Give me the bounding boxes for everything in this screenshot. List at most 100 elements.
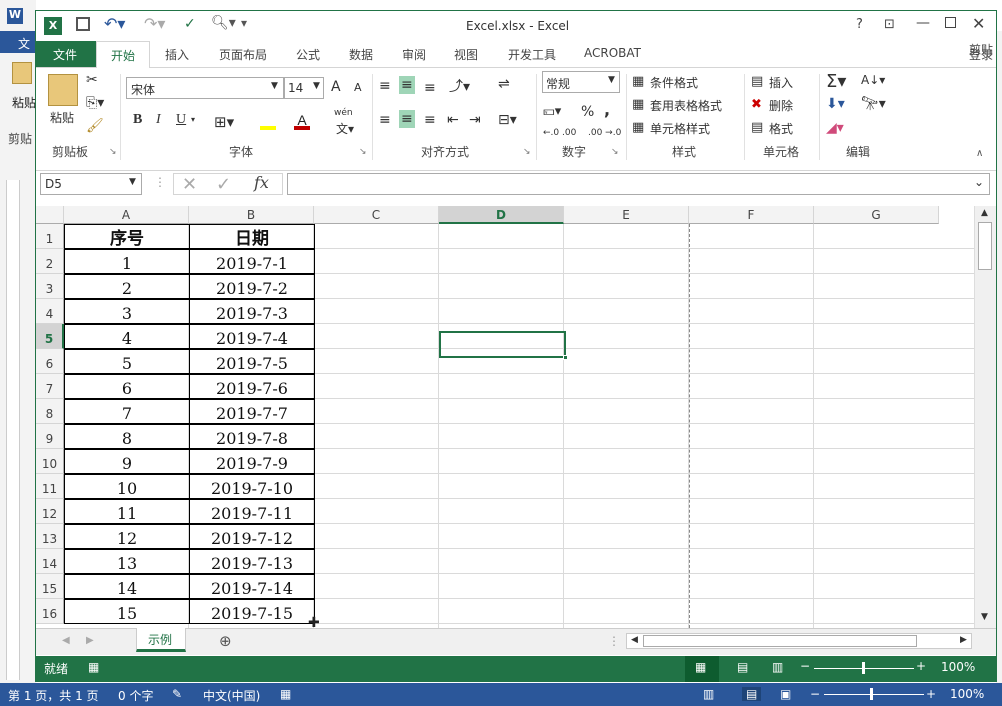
table-cell[interactable]: 9	[64, 449, 190, 474]
sheet-tab-example[interactable]: 示例	[136, 628, 186, 652]
table-cell[interactable]: 1	[64, 249, 190, 274]
alignment-launcher-icon[interactable]: ↘	[523, 147, 531, 157]
row-header-6[interactable]: 6	[36, 349, 64, 374]
percent-button[interactable]: %	[581, 104, 594, 120]
format-painter-icon[interactable]: 🖌︎	[86, 118, 104, 134]
table-cell[interactable]: 2019-7-8	[189, 424, 315, 449]
row-header-4[interactable]: 4	[36, 299, 64, 324]
column-header-f[interactable]: F	[689, 206, 814, 224]
save-icon[interactable]	[76, 17, 90, 31]
row-header-7[interactable]: 7	[36, 374, 64, 399]
tab-home[interactable]: 开始	[96, 41, 150, 68]
zoom-level[interactable]: 100%	[941, 660, 975, 674]
row-header-15[interactable]: 15	[36, 574, 64, 599]
word-print-layout-icon[interactable]: ▤	[742, 687, 762, 701]
table-cell[interactable]: 2	[64, 274, 190, 299]
spell-check-icon[interactable]: ✓	[184, 16, 196, 32]
tab-acrobat[interactable]: ACROBAT	[584, 46, 641, 60]
vertical-scrollbar[interactable]: ▲ ▼	[974, 206, 996, 628]
column-header-e[interactable]: E	[564, 206, 689, 224]
find-select-icon[interactable]: 🔭︎▾	[861, 96, 886, 112]
close-icon[interactable]: ✕	[972, 14, 985, 33]
table-header-cell[interactable]: 日期	[189, 224, 315, 249]
table-cell[interactable]: 2019-7-10	[189, 474, 315, 499]
ribbon-display-icon[interactable]: ⊡	[884, 17, 895, 32]
clipboard-launcher-icon[interactable]: ↘	[109, 147, 117, 157]
formula-input[interactable]: ⌄	[287, 173, 990, 195]
borders-icon[interactable]: ⊞▾	[214, 113, 234, 131]
autosum-icon[interactable]: Σ▾	[826, 71, 846, 92]
scroll-down-icon[interactable]: ▼	[981, 612, 988, 622]
align-left-icon[interactable]: ≡	[379, 112, 391, 128]
clear-icon[interactable]: ◢▾	[826, 120, 844, 136]
table-cell[interactable]: 2019-7-11	[189, 499, 315, 524]
table-cell[interactable]: 2019-7-15	[189, 599, 315, 624]
zoom-out-icon[interactable]: −	[800, 659, 810, 673]
fill-color-icon[interactable]	[260, 114, 276, 130]
page-layout-view-icon[interactable]: ▤	[737, 660, 748, 674]
zoom-thumb[interactable]	[862, 662, 865, 674]
italic-button[interactable]: I	[156, 112, 161, 128]
paste-icon[interactable]	[48, 74, 78, 106]
fill-icon[interactable]: ⬇▾	[826, 96, 845, 112]
word-zoom-out-icon[interactable]: −	[810, 687, 820, 701]
table-cell[interactable]: 6	[64, 374, 190, 399]
cell-styles-button[interactable]: 单元格样式	[650, 120, 710, 137]
underline-dropdown-icon[interactable]: ▾	[191, 115, 195, 124]
page-break-preview-icon[interactable]: ▥	[772, 660, 783, 674]
next-sheet-icon[interactable]: ▶	[86, 635, 94, 646]
table-header-cell[interactable]: 序号	[64, 224, 190, 249]
active-cell-d5[interactable]	[439, 331, 566, 358]
maximize-icon[interactable]	[945, 17, 956, 28]
scroll-up-icon[interactable]: ▲	[981, 208, 988, 218]
increase-decimal-icon[interactable]: ←.0 .00	[543, 128, 576, 138]
column-header-b[interactable]: B	[189, 206, 314, 224]
font-launcher-icon[interactable]: ↘	[359, 147, 367, 157]
word-read-mode-icon[interactable]: ▥	[703, 687, 714, 701]
word-macro-icon[interactable]: ▦	[280, 687, 291, 701]
table-cell[interactable]: 10	[64, 474, 190, 499]
word-proof-icon[interactable]: ✎	[172, 687, 182, 701]
underline-button[interactable]: U	[176, 112, 186, 128]
table-cell[interactable]: 12	[64, 524, 190, 549]
row-header-10[interactable]: 10	[36, 449, 64, 474]
tab-data[interactable]: 数据	[349, 46, 373, 63]
shrink-font-icon[interactable]: A	[354, 81, 362, 94]
customize-qat-icon[interactable]: ▾	[241, 16, 247, 30]
add-sheet-icon[interactable]: ⊕	[219, 632, 232, 650]
decrease-indent-icon[interactable]: ⇤	[447, 112, 459, 128]
align-middle-icon[interactable]: ≡	[399, 76, 415, 94]
insert-function-icon[interactable]: fx	[254, 173, 269, 192]
delete-cells-button[interactable]: 删除	[769, 97, 793, 114]
row-header-13[interactable]: 13	[36, 524, 64, 549]
currency-icon[interactable]: 💴︎▾	[543, 104, 561, 119]
tab-review[interactable]: 审阅	[402, 46, 426, 63]
tab-insert[interactable]: 插入	[165, 46, 189, 63]
align-bottom-icon[interactable]: ≡	[424, 80, 436, 96]
wrap-text-icon[interactable]: ⇌	[498, 76, 510, 92]
tab-page-layout[interactable]: 页面布局	[219, 46, 267, 63]
bold-button[interactable]: B	[133, 112, 142, 128]
tab-formulas[interactable]: 公式	[296, 46, 320, 63]
decrease-decimal-icon[interactable]: .00 →.0	[588, 128, 621, 138]
font-color-icon[interactable]: A	[294, 112, 310, 130]
table-cell[interactable]: 2019-7-9	[189, 449, 315, 474]
format-as-table-button[interactable]: 套用表格格式	[650, 97, 722, 114]
font-name-select[interactable]: 宋体 ▼	[126, 77, 284, 99]
name-box[interactable]: D5 ▼	[40, 173, 142, 195]
grow-font-icon[interactable]: A	[331, 79, 341, 95]
row-header-12[interactable]: 12	[36, 499, 64, 524]
row-header-16[interactable]: 16	[36, 599, 64, 624]
table-cell[interactable]: 2019-7-3	[189, 299, 315, 324]
orientation-icon[interactable]: ⤴▾	[449, 76, 470, 96]
prev-sheet-icon[interactable]: ◀	[62, 635, 70, 646]
table-cell[interactable]: 2019-7-6	[189, 374, 315, 399]
table-cell[interactable]: 2019-7-1	[189, 249, 315, 274]
column-header-a[interactable]: A	[64, 206, 189, 224]
cancel-entry-icon[interactable]: ✕	[182, 174, 197, 195]
conditional-format-button[interactable]: 条件格式	[650, 74, 698, 91]
number-format-select[interactable]: 常规 ▼	[542, 71, 620, 93]
align-center-icon[interactable]: ≡	[399, 110, 415, 128]
table-cell[interactable]: 13	[64, 549, 190, 574]
format-cells-button[interactable]: 格式	[769, 120, 793, 137]
